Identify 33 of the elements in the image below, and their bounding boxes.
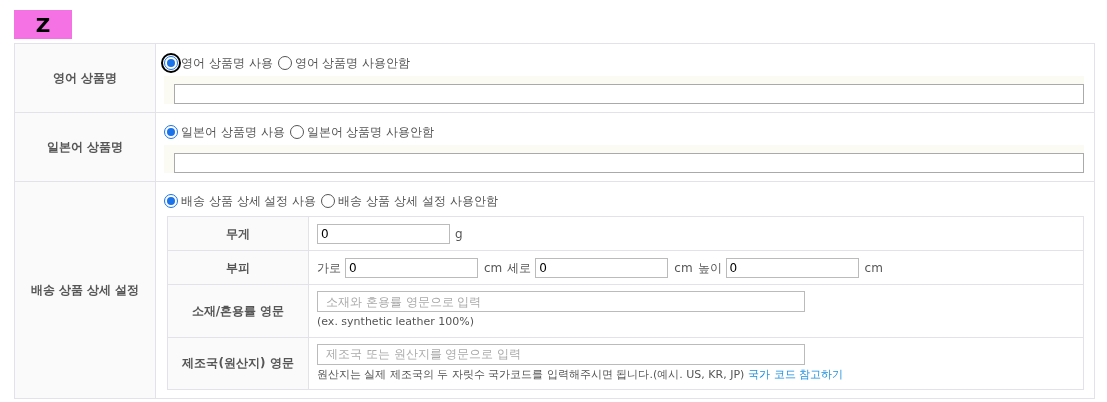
field-label: 부피 bbox=[226, 259, 250, 277]
field-label: 소재/혼용률 영문 bbox=[191, 302, 285, 320]
reference-link[interactable]: 국가 코드 참고하기 bbox=[748, 366, 844, 383]
dimension-label: 높이 bbox=[697, 259, 722, 277]
field-label: 무게 bbox=[226, 225, 250, 243]
input-field[interactable]: 소재와 혼용률 영문으로 입력 bbox=[317, 291, 805, 312]
field-label: 영어 상품명 bbox=[52, 70, 118, 87]
input-field[interactable] bbox=[174, 84, 1084, 104]
unit-label: g bbox=[455, 225, 463, 243]
radio-label[interactable]: 영어 상품명 사용안함 bbox=[294, 54, 411, 72]
radio-label[interactable]: 배송 상품 상세 설정 사용안함 bbox=[338, 192, 498, 210]
input-field[interactable]: 0 bbox=[317, 223, 450, 244]
unit-label: cm bbox=[674, 259, 693, 277]
input-field[interactable]: 0 bbox=[345, 257, 478, 278]
input-field[interactable]: 0 bbox=[535, 257, 669, 278]
radio-label[interactable]: 배송 상품 상세 설정 사용 bbox=[181, 192, 317, 210]
dimension-label: 가로 bbox=[317, 259, 341, 277]
radio-label[interactable]: 일본어 상품명 사용안함 bbox=[306, 123, 435, 141]
radio-label[interactable]: 영어 상품명 사용 bbox=[181, 54, 273, 72]
unit-label: cm bbox=[864, 259, 883, 277]
field-label: 일본어 상품명 bbox=[46, 139, 124, 156]
logo: Z bbox=[14, 10, 72, 39]
field-label: 제조국(원산지) 영문 bbox=[182, 355, 294, 373]
field-label: 배송 상품 상세 설정 bbox=[30, 282, 140, 299]
input-field[interactable]: 제조국 또는 원산지를 영문으로 입력 bbox=[317, 343, 805, 365]
unit-label: cm bbox=[484, 259, 503, 277]
input-field[interactable]: 0 bbox=[725, 257, 859, 278]
radio-button[interactable] bbox=[164, 56, 178, 70]
input-field[interactable] bbox=[174, 153, 1084, 173]
radio-label[interactable]: 일본어 상품명 사용 bbox=[181, 123, 285, 141]
help-text: 원산지는 실제 제조국의 두 자릿수 국가코드를 입력해주시면 됩니다.(예시. US, KR, JP) bbox=[317, 366, 745, 383]
dimension-label: 세로 bbox=[507, 259, 532, 277]
help-text: (ex. synthetic leather 100%) bbox=[317, 314, 474, 330]
